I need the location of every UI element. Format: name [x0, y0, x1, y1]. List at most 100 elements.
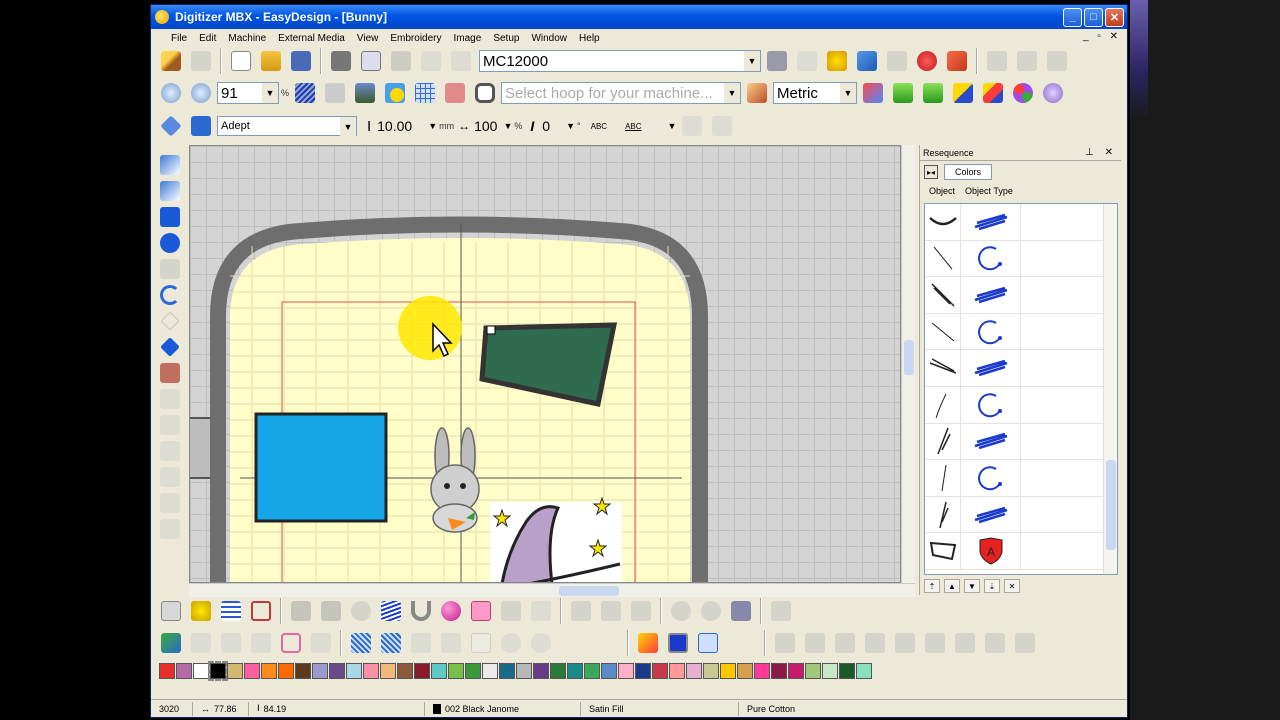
color-swatch[interactable] — [278, 663, 294, 679]
list-item[interactable] — [925, 240, 1117, 278]
color-swatch[interactable] — [346, 663, 362, 679]
color-swatch[interactable] — [601, 663, 617, 679]
color-swatch[interactable] — [261, 663, 277, 679]
tool-button[interactable] — [1011, 629, 1039, 657]
color-swatch[interactable] — [465, 663, 481, 679]
redo-button[interactable] — [883, 47, 911, 75]
colors-tab[interactable]: Colors — [944, 164, 993, 180]
list-item[interactable] — [925, 350, 1117, 387]
rotate-button[interactable] — [347, 597, 375, 625]
wand-button[interactable] — [793, 47, 821, 75]
align-left-button[interactable] — [983, 47, 1011, 75]
color-swatch[interactable] — [771, 663, 787, 679]
color-swatch[interactable] — [686, 663, 702, 679]
menu-machine[interactable]: Machine — [222, 33, 272, 44]
menu-help[interactable]: Help — [573, 33, 606, 44]
properties-button[interactable] — [217, 597, 245, 625]
next-button[interactable] — [919, 79, 947, 107]
tool-button[interactable] — [891, 629, 919, 657]
color-swatch[interactable] — [788, 663, 804, 679]
stitch-player-button[interactable] — [823, 47, 851, 75]
stitch-type-button[interactable] — [377, 597, 405, 625]
menu-file[interactable]: File — [165, 33, 193, 44]
color-swatch[interactable] — [380, 663, 396, 679]
color-swatch[interactable] — [805, 663, 821, 679]
chevron-down-icon[interactable]: ▼ — [503, 121, 512, 131]
color-swatch[interactable] — [448, 663, 464, 679]
save-button[interactable] — [287, 47, 315, 75]
thread-button[interactable] — [1039, 79, 1067, 107]
grid-fill-button[interactable] — [347, 629, 375, 657]
running-stitch-button[interactable] — [155, 179, 185, 203]
open-button[interactable] — [257, 47, 285, 75]
print-preview-button[interactable] — [357, 47, 385, 75]
list-item[interactable] — [925, 313, 1117, 351]
tool-button[interactable] — [155, 517, 185, 541]
color-swatch[interactable] — [176, 663, 192, 679]
mdi-controls[interactable]: _ ▫ ✕ — [1083, 31, 1121, 42]
curve-button[interactable] — [155, 257, 185, 281]
stitches-view-button[interactable] — [291, 79, 319, 107]
color-swatch[interactable] — [737, 663, 753, 679]
canvas-vertical-scrollbar[interactable] — [901, 145, 915, 583]
zoom-select[interactable]: 91 ▼ — [217, 82, 279, 104]
satin-line-button[interactable] — [155, 153, 185, 177]
magnet-button[interactable] — [407, 597, 435, 625]
text-tool-button[interactable] — [157, 112, 185, 140]
pin-close-icons[interactable]: ⊥ ✕ — [1085, 147, 1121, 158]
send-button[interactable] — [763, 47, 791, 75]
tool-button[interactable] — [247, 629, 275, 657]
tool-button[interactable] — [921, 629, 949, 657]
scroll-thumb[interactable] — [904, 340, 914, 375]
color-swatch[interactable] — [431, 663, 447, 679]
lettering-button[interactable] — [187, 112, 215, 140]
color-swatch[interactable] — [669, 663, 685, 679]
minimize-button[interactable]: _ — [1063, 7, 1082, 27]
fabric-button[interactable] — [743, 79, 771, 107]
selection-handle[interactable] — [486, 325, 496, 335]
color-swatch[interactable] — [839, 663, 855, 679]
copy-button[interactable] — [417, 47, 445, 75]
menu-edit[interactable]: Edit — [193, 33, 222, 44]
frame-button[interactable] — [277, 629, 305, 657]
list-item[interactable] — [925, 386, 1117, 424]
list-item[interactable]: A — [925, 533, 1117, 570]
diamond-outline-button[interactable] — [155, 309, 185, 333]
tool-button[interactable] — [155, 439, 185, 463]
color-swatch[interactable] — [618, 663, 634, 679]
tool-button[interactable] — [497, 629, 525, 657]
color-swatch[interactable] — [703, 663, 719, 679]
color-swatch[interactable] — [754, 663, 770, 679]
tool-button[interactable] — [801, 629, 829, 657]
color-swatch[interactable] — [516, 663, 532, 679]
tool-button[interactable] — [767, 597, 795, 625]
tool-button[interactable] — [981, 629, 1009, 657]
cut-button[interactable] — [387, 47, 415, 75]
resequence-scrollbar[interactable] — [1103, 204, 1117, 574]
tool-button[interactable] — [307, 629, 335, 657]
hoop-select[interactable]: Select hoop for your machine... ▼ — [501, 82, 742, 104]
slant-value[interactable]: 0 — [542, 118, 550, 134]
tool-button[interactable] — [155, 491, 185, 515]
circle-fill-button[interactable] — [155, 231, 185, 255]
diamond-button[interactable] — [155, 335, 185, 359]
image-view-button[interactable] — [351, 79, 379, 107]
realistic-view-button[interactable] — [321, 79, 349, 107]
align-right-button[interactable] — [1043, 47, 1071, 75]
select-hand-button[interactable] — [157, 597, 185, 625]
color-swatch[interactable] — [635, 663, 651, 679]
color-swatch[interactable] — [856, 663, 872, 679]
mirror-h-button[interactable] — [287, 597, 315, 625]
tool-button[interactable] — [597, 597, 625, 625]
list-item[interactable] — [925, 496, 1117, 534]
add-text-button[interactable] — [678, 112, 706, 140]
remove-button[interactable]: ✕ — [1004, 579, 1020, 593]
font-select[interactable]: Adept ▼ — [217, 116, 357, 137]
palette-button[interactable] — [1009, 79, 1037, 107]
color-swatch[interactable] — [499, 663, 515, 679]
menu-external-media[interactable]: External Media — [272, 33, 351, 44]
color-swatch[interactable] — [550, 663, 566, 679]
color-swatch[interactable] — [227, 663, 243, 679]
color-swatch[interactable] — [159, 663, 175, 679]
hoop-outline-button[interactable] — [471, 79, 499, 107]
